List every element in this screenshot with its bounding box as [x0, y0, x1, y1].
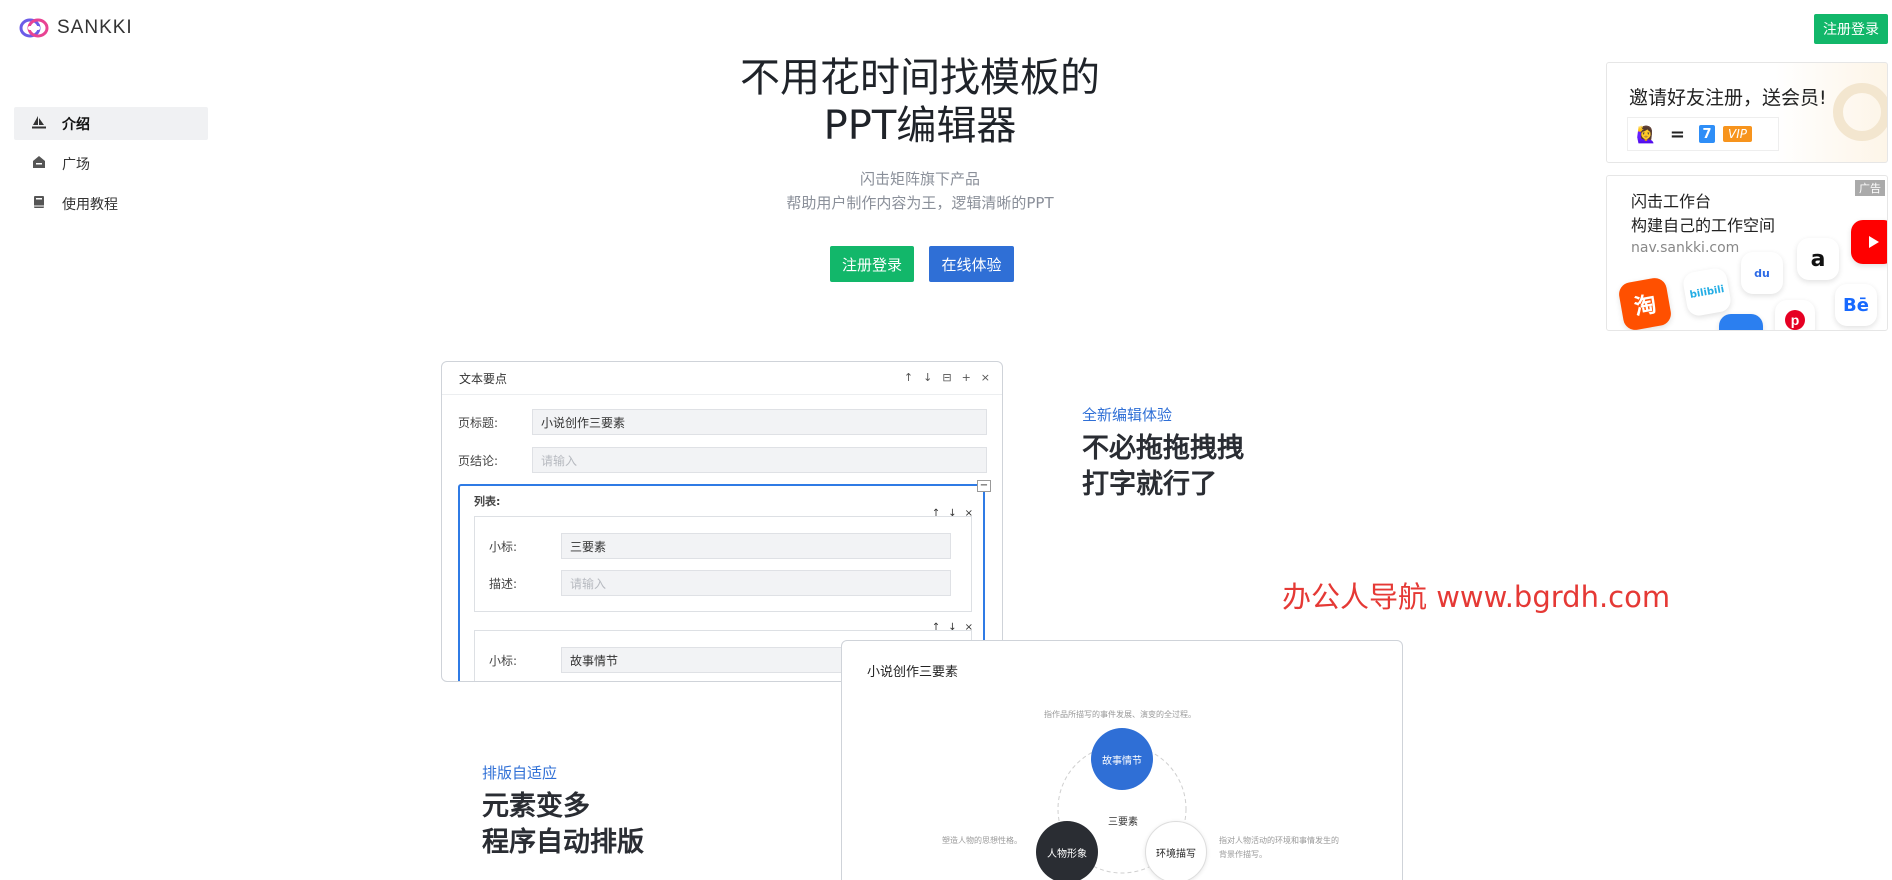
equals-sign: = — [1669, 123, 1686, 145]
page-conclusion-label: 页结论: — [458, 453, 499, 468]
sidebar: 介绍 广场 使用教程 — [14, 107, 208, 227]
editor-panel: 文本要点 ↑ ↓ ⊟ + × 页标题: 小说创作三要素 页结论: 请输入 列表:… — [441, 361, 1003, 682]
add-icon[interactable]: + — [962, 371, 971, 384]
item-sub-input[interactable]: 三要素 — [561, 533, 951, 559]
slide-center-label: 三要素 — [1108, 817, 1138, 828]
logo-text: SANKKI — [57, 17, 133, 38]
hero-subtitle-line2: 帮助用户制作内容为王，逻辑清晰的PPT — [786, 194, 1054, 212]
item-desc-label: 描述: — [489, 576, 518, 591]
sidebar-item-intro[interactable]: 介绍 — [14, 107, 208, 140]
close-icon[interactable]: × — [981, 371, 990, 384]
try-online-button[interactable]: 在线体验 — [929, 246, 1014, 282]
slide-right-note-line1: 指对人物活动的环境和事情发生的 — [1219, 836, 1339, 845]
feature-editing-line1: 不必拖拖拽拽 — [1082, 433, 1244, 464]
move-up-icon[interactable]: ↑ — [904, 371, 913, 384]
vip-days: 7 — [1699, 125, 1716, 143]
item-sub-label: 小标: — [489, 539, 518, 554]
workspace-ad-title-line2: 构建自己的工作空间 — [1631, 216, 1776, 235]
person-icon: 🙋‍♀️ — [1636, 124, 1656, 144]
sankki-logo-icon — [19, 16, 49, 40]
sidebar-item-label: 使用教程 — [62, 196, 118, 213]
blue-app-icon — [1719, 314, 1763, 330]
amazon-icon: a — [1797, 238, 1839, 280]
feature-layout-line1: 元素变多 — [482, 791, 590, 822]
page-conclusion-input[interactable]: 请输入 — [532, 447, 987, 473]
feature-editing-tag: 全新编辑体验 — [1082, 406, 1173, 424]
editor-panel-tools: ↑ ↓ ⊟ + × — [904, 371, 990, 384]
logo[interactable]: SANKKI — [19, 16, 133, 40]
workspace-ad-title-line1: 闪击工作台 — [1631, 192, 1712, 211]
register-button[interactable]: 注册登录 — [830, 246, 914, 282]
slide-right-note-line2: 背景作描写。 — [1219, 850, 1267, 859]
list-collapse-button[interactable]: − — [977, 480, 991, 492]
svg-text:p: p — [1791, 312, 1800, 328]
page-title-input[interactable]: 小说创作三要素 — [532, 409, 987, 435]
watermark-text: 办公人导航 www.bgrdh.com — [1282, 580, 1671, 614]
item-sub-label: 小标: — [489, 653, 518, 668]
sidebar-item-label: 介绍 — [62, 116, 90, 133]
editor-panel-title: 文本要点 — [459, 371, 508, 386]
slide-node-environment: 环境描写 — [1145, 821, 1207, 880]
workspace-ad-card[interactable]: 广告 闪击工作台 构建自己的工作空间 nav.sankki.com 淘 bili… — [1606, 175, 1888, 331]
invite-ad-title: 邀请好友注册，送会员! — [1629, 87, 1827, 109]
vip-badge: VIP — [1723, 126, 1752, 142]
youtube-icon — [1851, 220, 1887, 264]
hero-title: 不用花时间找模板的 PPT编辑器 — [640, 54, 1200, 150]
hero-subtitle-line1: 闪击矩阵旗下产品 — [859, 170, 980, 188]
ad-badge: 广告 — [1855, 180, 1885, 196]
editor-panel-header: 文本要点 ↑ ↓ ⊟ + × — [442, 362, 1002, 395]
invite-ad-card[interactable]: 邀请好友注册，送会员! 🙋‍♀️ = 7 VIP — [1606, 62, 1888, 163]
behance-icon: Bē — [1835, 284, 1877, 326]
move-down-icon[interactable]: ↓ — [923, 371, 932, 384]
feature-layout: 排版自适应 元素变多 程序自动排版 — [482, 762, 644, 861]
item-desc-input[interactable]: 请输入 — [561, 570, 951, 596]
workspace-ad-url: nav.sankki.com — [1631, 240, 1740, 256]
invite-ad-reward: 🙋‍♀️ = 7 VIP — [1627, 117, 1779, 151]
bilibili-icon: bilibili — [1681, 266, 1733, 318]
sailboat-icon — [32, 115, 46, 133]
feature-editing: 全新编辑体验 不必拖拖拽拽 打字就行了 — [1082, 404, 1244, 503]
hero-title-line1: 不用花时间找模板的 — [740, 55, 1100, 101]
header-register-button[interactable]: 注册登录 — [1814, 14, 1888, 44]
slide-top-note: 指作品所描写的事件发展、演变的全过程。 — [1044, 710, 1196, 719]
taobao-icon: 淘 — [1617, 276, 1673, 330]
slide-title: 小说创作三要素 — [867, 665, 959, 680]
refresh-decoration-icon — [1833, 83, 1887, 141]
sidebar-item-square[interactable]: 广场 — [14, 147, 208, 180]
hero-title-line2: PPT编辑器 — [823, 103, 1017, 149]
slide-node-character: 人物形象 — [1036, 821, 1098, 880]
book-icon — [32, 195, 46, 213]
feature-layout-line2: 程序自动排版 — [482, 827, 644, 858]
feature-editing-line2: 打字就行了 — [1082, 469, 1217, 500]
list-item: 小标: 三要素 描述: 请输入 — [474, 516, 972, 612]
slide-preview: 小说创作三要素 指作品所描写的事件发展、演变的全过程。 三要素 故事情节 人物形… — [841, 640, 1403, 880]
sidebar-item-label: 广场 — [62, 156, 90, 173]
slide-left-note: 塑造人物的思想性格。 — [942, 836, 1022, 845]
page-title-label: 页标题: — [458, 415, 499, 430]
pinterest-icon: p — [1775, 300, 1815, 330]
home-icon — [32, 155, 46, 173]
feature-layout-tag: 排版自适应 — [482, 764, 558, 782]
collapse-icon[interactable]: ⊟ — [942, 371, 951, 384]
sidebar-item-tutorial[interactable]: 使用教程 — [14, 187, 208, 220]
slide-node-plot: 故事情节 — [1091, 728, 1153, 790]
baidu-icon: du — [1741, 252, 1783, 294]
list-label: 列表: — [474, 495, 501, 508]
workspace-ad-title: 闪击工作台 构建自己的工作空间 — [1631, 190, 1775, 238]
